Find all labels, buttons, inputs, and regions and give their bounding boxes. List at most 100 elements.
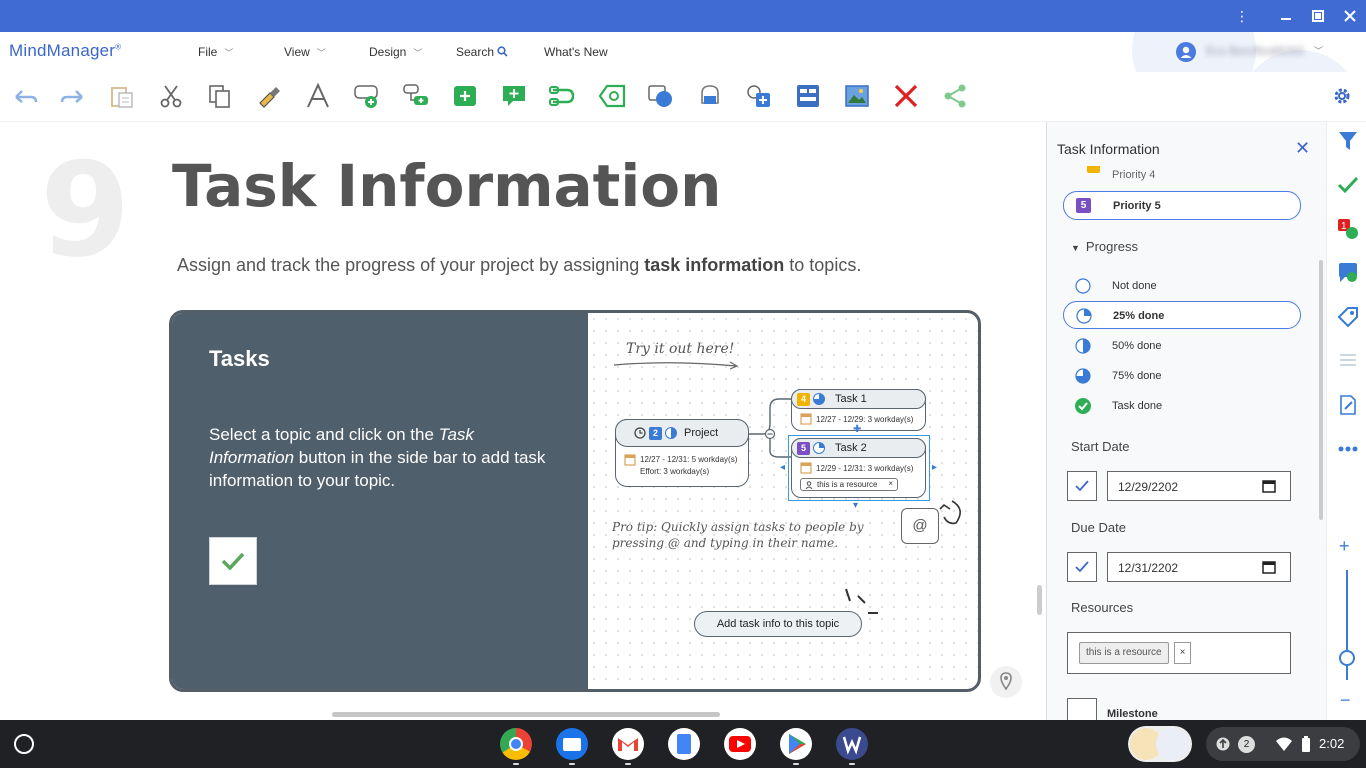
text-style-icon[interactable] [303, 81, 333, 111]
gmail-icon[interactable] [612, 728, 644, 760]
zoom-in-icon[interactable]: + [1339, 536, 1350, 557]
task-complete-icon[interactable] [1337, 174, 1359, 196]
play-running-dot [793, 763, 799, 765]
calendar-icon[interactable] [1262, 479, 1276, 493]
progress-task-done[interactable]: Task done [1063, 392, 1301, 420]
play-store-icon[interactable] [780, 728, 812, 760]
account-chevron-icon[interactable]: ﹀ [1314, 44, 1323, 57]
tasks-panel: Tasks Select a topic and click on the Ta… [172, 313, 588, 689]
system-tray[interactable]: 2 2:02 [1206, 727, 1360, 761]
priority-5-option[interactable]: 5 Priority 5 [1063, 191, 1301, 220]
add-topic-icon[interactable] [352, 81, 382, 111]
floating-topic-icon[interactable] [450, 81, 480, 111]
holding-space-thumbnails[interactable] [1128, 726, 1192, 762]
task2-node[interactable]: 5 Task 2 12/29 - 12/31: 3 workday(s) thi… [791, 438, 926, 498]
add-task-info-button[interactable]: Add task info to this topic [694, 611, 862, 637]
progress-section[interactable]: ▼ Progress [1071, 239, 1138, 254]
maximize-icon[interactable] [1306, 4, 1330, 28]
boundary-icon[interactable] [597, 81, 627, 111]
add-subtopic-icon[interactable] [401, 81, 431, 111]
close-window-icon[interactable] [1338, 4, 1362, 28]
priority-icon[interactable]: 1 [1337, 218, 1359, 240]
milestone-checkbox[interactable] [1067, 698, 1097, 720]
menu-view[interactable]: View ﹀ [284, 45, 326, 59]
canvas-vscroll[interactable] [1037, 585, 1042, 615]
copy-icon[interactable] [205, 81, 235, 111]
undo-icon[interactable] [10, 81, 40, 111]
map-canvas[interactable]: 9 Task Information Assign and track the … [0, 122, 1046, 712]
progress-not-done[interactable]: Not done [1063, 272, 1301, 300]
comment-icon[interactable] [1337, 262, 1359, 284]
youtube-icon[interactable] [724, 728, 756, 760]
expand-right-icon[interactable]: ▸ [932, 462, 937, 473]
cut-icon[interactable] [156, 81, 186, 111]
resource-chip-diagram[interactable]: this is a resource × [800, 478, 898, 491]
menu-file[interactable]: File ﹀ [198, 45, 233, 59]
more-vert-icon[interactable]: ⋮ [1230, 4, 1254, 28]
delete-icon[interactable] [891, 81, 921, 111]
expand-left-icon[interactable]: ◂ [780, 462, 785, 473]
account-name[interactable]: Ecs Bercffeaf6093 [1206, 44, 1304, 58]
calendar-icon[interactable] [1262, 560, 1276, 574]
notes-icon[interactable] [1337, 394, 1359, 416]
callout-icon[interactable] [499, 81, 529, 111]
battery-icon [1302, 736, 1310, 752]
paste-icon[interactable] [107, 81, 137, 111]
shape-icon[interactable] [646, 81, 676, 111]
menu-whats-new-label: What's New [544, 45, 608, 59]
redo-icon[interactable] [58, 81, 88, 111]
app-logo: MindManager® [9, 41, 121, 61]
page-title: Task Information [172, 152, 722, 220]
launcher-icon[interactable] [14, 734, 34, 754]
format-painter-icon[interactable] [254, 81, 284, 111]
zoom-out-icon[interactable]: − [1340, 690, 1351, 711]
map-pin-button[interactable] [990, 666, 1022, 698]
progress-50-done[interactable]: 50% done [1063, 332, 1301, 360]
search-icon [497, 46, 508, 57]
zoom-slider-thumb[interactable] [1339, 650, 1355, 666]
due-date-checkbox[interactable] [1067, 552, 1097, 582]
tag-icon[interactable] [1337, 306, 1359, 328]
start-date-input[interactable]: 12/29/2202 [1107, 471, 1291, 501]
files-running-dot [569, 763, 575, 765]
priority-4-option[interactable]: Priority 4 [1063, 166, 1301, 184]
expand-down-icon[interactable]: ✚ [853, 424, 861, 435]
priority-4-label: Priority 4 [1112, 169, 1156, 181]
resources-input[interactable]: this is a resource × [1067, 632, 1291, 674]
remove-resource-icon[interactable]: × [1174, 642, 1191, 664]
progress-75-done[interactable]: 75% done [1063, 362, 1301, 390]
docs-icon[interactable] [668, 728, 700, 760]
fill-color-icon[interactable] [695, 81, 725, 111]
menu-design[interactable]: Design ﹀ [369, 45, 422, 59]
topic-layout-icon[interactable] [793, 81, 823, 111]
mindmanager-icon[interactable] [836, 728, 868, 760]
progress-25-done[interactable]: 25% done [1063, 301, 1301, 329]
more-horizontal-icon[interactable] [1337, 438, 1359, 460]
share-icon[interactable] [940, 81, 970, 111]
menu-whats-new[interactable]: What's New [544, 45, 608, 59]
menu-search[interactable]: Search [456, 45, 508, 59]
due-date-input[interactable]: 12/31/2202 [1107, 552, 1291, 582]
chrome-icon[interactable] [500, 728, 532, 760]
start-date-checkbox[interactable] [1067, 471, 1097, 501]
project-node[interactable]: 2 Project 12/27 - 12/31: 5 workday(s) Ef… [615, 419, 749, 487]
close-panel-icon[interactable]: ✕ [1295, 138, 1310, 159]
image-shape-icon[interactable] [744, 81, 774, 111]
menu-bar: MindManager® File ﹀ View ﹀ Design ﹀ Search … [0, 32, 1366, 72]
avatar[interactable] [1176, 42, 1196, 62]
relationship-icon[interactable] [548, 81, 578, 111]
files-icon[interactable] [556, 728, 588, 760]
expand-down-icon[interactable]: ▾ [853, 500, 858, 511]
filter-icon[interactable] [1337, 130, 1359, 152]
location-pin-icon [1000, 672, 1012, 691]
minimize-icon[interactable] [1274, 4, 1298, 28]
task2-dates: 12/29 - 12/31: 3 workday(s) [816, 464, 914, 473]
settings-gear-icon[interactable] [1327, 81, 1357, 111]
panel-scrollbar[interactable] [1319, 260, 1323, 520]
done-checkbox[interactable] [209, 537, 257, 585]
canvas-hscroll[interactable] [332, 712, 720, 717]
close-icon[interactable]: × [888, 479, 893, 488]
outline-list-icon[interactable] [1337, 350, 1359, 372]
priority-5-icon: 5 [1076, 198, 1091, 213]
insert-image-icon[interactable] [842, 81, 872, 111]
